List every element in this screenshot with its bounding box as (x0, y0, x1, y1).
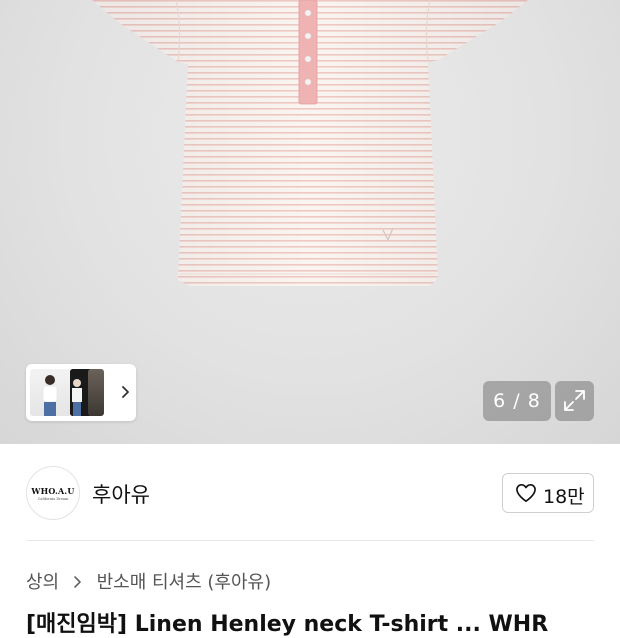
expand-image-button[interactable] (555, 381, 594, 421)
thumbnail-strip[interactable] (26, 364, 136, 421)
thumbnail-image[interactable] (30, 369, 72, 416)
breadcrumb-item-subcategory[interactable]: 반소매 티셔츠 (후아유) (97, 572, 272, 593)
product-image-gallery[interactable]: 6 / 8 (0, 0, 620, 444)
divider (26, 540, 594, 541)
brand-row: WHO.A.U California Dream 후아유 18만 (0, 462, 620, 524)
breadcrumb: 상의 반소매 티셔츠 (후아유) (26, 568, 271, 594)
breadcrumb-item-category[interactable]: 상의 (26, 572, 59, 593)
like-button[interactable]: 18만 (502, 473, 594, 513)
brand-logo[interactable]: WHO.A.U California Dream (26, 466, 80, 520)
brand-name[interactable]: 후아유 (92, 479, 150, 509)
thumbnail-image[interactable] (88, 369, 104, 416)
expand-icon (564, 390, 585, 411)
like-count: 18만 (543, 486, 585, 508)
product-title: [매진임박] Linen Henley neck T-shirt ... WHR (26, 612, 549, 637)
chevron-right-icon[interactable] (115, 381, 135, 403)
chevron-right-icon (74, 576, 81, 588)
image-page-counter: 6 / 8 (483, 381, 551, 421)
heart-icon (516, 484, 536, 502)
